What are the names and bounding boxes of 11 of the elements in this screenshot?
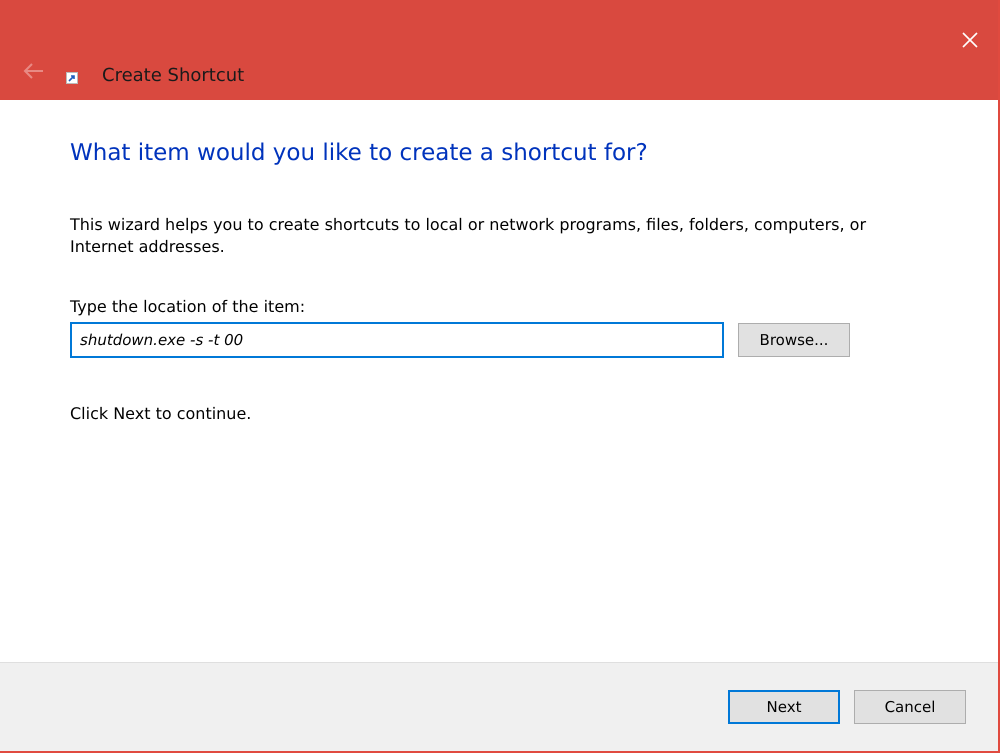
browse-button[interactable]: Browse... [738,323,850,358]
wizard-heading: What item would you like to create a shortcut for? [70,140,649,166]
wizard-description: This wizard helps you to create shortcuts to local or network programs, files, folders, computers, or Internet addresses. [70,214,868,258]
shortcut-icon [66,72,78,84]
window-title: Create Shortcut [102,65,244,86]
location-input-field[interactable]: shutdown.exe -s -t 00 [70,322,724,358]
close-icon[interactable] [960,30,980,50]
location-label: Type the location of the item: [70,297,306,316]
cancel-button[interactable]: Cancel [854,690,966,724]
instruction-text: Click Next to continue. [70,404,252,424]
next-button[interactable]: Next [728,690,840,724]
